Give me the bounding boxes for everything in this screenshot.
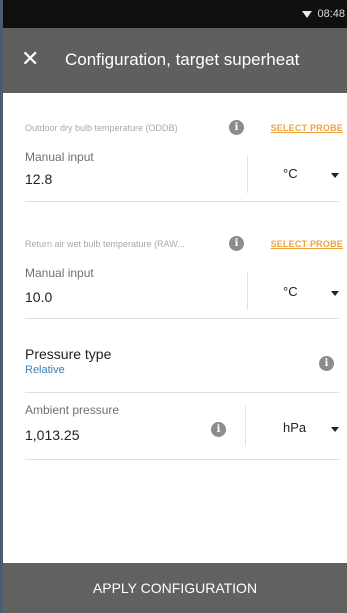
select-probe-oddb-link[interactable]: SELECT PROBE <box>271 123 343 133</box>
raw-field-underline <box>25 318 339 319</box>
configuration-form: Outdoor dry bulb temperature (ODDB) i SE… <box>3 93 347 563</box>
ambient-pressure-label: Ambient pressure <box>25 403 120 417</box>
ambient-pressure-unit-select[interactable]: hPa <box>283 420 306 435</box>
pressure-type-divider <box>25 392 339 393</box>
oddb-divider <box>247 155 248 193</box>
oddb-unit-select[interactable]: °C <box>283 166 298 181</box>
raw-divider <box>247 272 248 310</box>
status-bar: 08:48 <box>3 0 347 28</box>
pressure-type-title[interactable]: Pressure type <box>25 346 111 362</box>
status-time: 08:48 <box>317 8 345 20</box>
app-bar: ✕ Configuration, target superheat <box>3 28 347 93</box>
raw-manual-input-label: Manual input <box>25 266 94 280</box>
info-icon[interactable]: i <box>229 120 244 135</box>
raw-manual-input[interactable]: 10.0 <box>25 289 52 305</box>
raw-unit-select[interactable]: °C <box>283 284 298 299</box>
select-probe-raw-link[interactable]: SELECT PROBE <box>271 239 343 249</box>
oddb-manual-input[interactable]: 12.8 <box>25 171 52 187</box>
oddb-section-label: Outdoor dry bulb temperature (ODDB) <box>25 123 178 133</box>
page-title: Configuration, target superheat <box>65 50 300 69</box>
ambient-pressure-divider <box>245 406 246 446</box>
ambient-pressure-underline <box>25 459 339 460</box>
oddb-manual-input-label: Manual input <box>25 150 94 164</box>
info-icon[interactable]: i <box>319 356 334 371</box>
wifi-icon <box>302 11 312 18</box>
raw-section-label: Return air wet bulb temperature (RAW... <box>25 239 185 249</box>
info-icon[interactable]: i <box>211 422 226 437</box>
close-icon[interactable]: ✕ <box>21 45 39 73</box>
oddb-field-underline <box>25 201 339 202</box>
pressure-type-value[interactable]: Relative <box>25 364 65 376</box>
chevron-down-icon[interactable] <box>331 291 339 296</box>
apply-configuration-button[interactable]: APPLY CONFIGURATION <box>3 563 347 613</box>
chevron-down-icon[interactable] <box>331 427 339 432</box>
info-icon[interactable]: i <box>229 236 244 251</box>
ambient-pressure-input[interactable]: 1,013.25 <box>25 427 80 443</box>
chevron-down-icon[interactable] <box>331 173 339 178</box>
